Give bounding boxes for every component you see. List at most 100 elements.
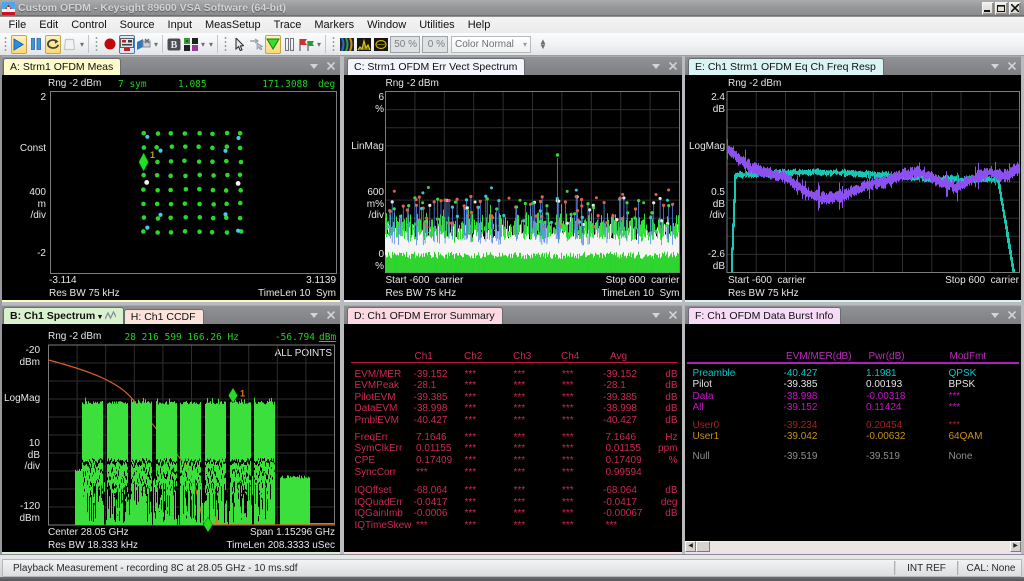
menu-source[interactable]: Source <box>113 18 161 33</box>
menu-markers[interactable]: Markers <box>308 18 361 33</box>
cell-avg: -68.064 <box>603 485 637 496</box>
scroll-right-button[interactable]: ▶ <box>1010 541 1021 552</box>
panel-menu-arrow-icon[interactable] <box>652 63 661 70</box>
cell-ch3: *** <box>514 415 526 426</box>
overlap-percent-box[interactable]: 50 % <box>390 36 420 53</box>
flag-markers-button[interactable] <box>299 35 315 54</box>
close-button[interactable] <box>1009 2 1022 15</box>
cell-evm: -39.152 <box>784 402 818 413</box>
panel-menu-arrow-icon[interactable] <box>310 63 319 70</box>
status-ref: INT REF <box>898 563 955 574</box>
menu-input[interactable]: Input <box>161 18 198 33</box>
cell-ch1: -0.0417 <box>414 497 448 508</box>
panel-h-tab[interactable]: H: Ch1 CCDF <box>124 309 204 324</box>
panel-a-tab[interactable]: A: Strm1 OFDM Meas <box>3 58 121 75</box>
display-select-button[interactable] <box>119 35 135 54</box>
panel-menu-arrow-icon[interactable] <box>991 63 1000 70</box>
restore-layout-button[interactable] <box>136 35 152 54</box>
toolbar-overflow-icon[interactable]: ▲▼ <box>539 39 547 49</box>
panel-close-icon[interactable] <box>669 62 677 70</box>
cell-ch1: 0.17409 <box>416 455 452 466</box>
toolbar-overflow-icon[interactable]: ▾ <box>152 42 160 47</box>
menu-edit[interactable]: Edit <box>33 18 65 33</box>
panel-close-icon[interactable] <box>327 311 335 319</box>
panel-e-tab[interactable]: E: Ch1 Strm1 OFDM Eq Ch Freq Resp <box>688 58 884 75</box>
panel-menu-arrow-icon[interactable] <box>991 312 1000 319</box>
panel-a-tab-label: A: Strm1 OFDM Meas <box>10 61 113 73</box>
minimize-button[interactable] <box>982 2 995 15</box>
cell-ch2: *** <box>465 467 477 478</box>
menu-file[interactable]: File <box>2 18 33 33</box>
cell-unit: dB <box>642 415 678 426</box>
band-marker-button[interactable] <box>282 35 298 54</box>
panel-d-tab[interactable]: D: Ch1 OFDM Error Summary <box>347 307 503 324</box>
eye-display-button[interactable] <box>373 35 389 54</box>
marker-triangle-button[interactable] <box>265 35 281 54</box>
panel-close-icon[interactable] <box>669 311 677 319</box>
panel-b-tab[interactable]: B: Ch1 Spectrum ▾ <box>3 307 124 324</box>
panel-c-tab[interactable]: C: Strm1 OFDM Err Vect Spectrum <box>347 58 525 75</box>
window-bottom-edge <box>0 577 1024 581</box>
menubar: FileEditControlSourceInputMeasSetupTrace… <box>0 17 1024 33</box>
color-mode-combo[interactable]: Color Normal▾ <box>451 36 531 53</box>
menu-window[interactable]: Window <box>361 18 413 33</box>
panel-f: F: Ch1 OFDM Data Burst InfoEVM/MER(dB)Pw… <box>685 305 1021 554</box>
cell-evm: -38.998 <box>784 391 818 402</box>
peak-search-button[interactable] <box>248 35 264 54</box>
toolbar-overflow-icon[interactable]: ▾ <box>207 42 215 47</box>
cell-evm: -39.519 <box>784 451 818 462</box>
cell-ch1: -38.998 <box>414 403 448 414</box>
panel-close-icon[interactable] <box>1008 62 1016 70</box>
cell-ch3: *** <box>514 392 526 403</box>
col-header-ch3: Ch3 <box>513 351 531 362</box>
cell-ch3: *** <box>514 508 526 519</box>
row-label: All <box>693 402 704 413</box>
bold-b-button[interactable]: B <box>166 35 182 54</box>
svg-text:B: B <box>170 40 177 51</box>
cell-avg: -40.427 <box>603 415 637 426</box>
scrollbar-track[interactable] <box>710 541 1010 552</box>
restart-button[interactable] <box>45 35 61 54</box>
cell-mod: BPSK <box>949 379 976 390</box>
pause-button[interactable] <box>28 35 44 54</box>
single-acq-button[interactable] <box>62 35 78 54</box>
toolbar: ▾▾B▾▾▾50 %0 %Color Normal▾▲▼ <box>0 33 1024 56</box>
menu-meassetup[interactable]: MeasSetup <box>199 18 268 33</box>
cell-ch4: *** <box>562 497 574 508</box>
panel-menu-arrow-icon[interactable] <box>652 312 661 319</box>
horizontal-scrollbar[interactable]: ◀▶ <box>685 541 1021 552</box>
cell-avg: *** <box>606 520 618 531</box>
status-separator <box>894 561 896 575</box>
cell-ch1: -28.1 <box>414 380 437 391</box>
toolbar-overflow-icon[interactable]: ▾ <box>315 42 323 47</box>
menu-utilities[interactable]: Utilities <box>413 18 461 33</box>
cell-ch2: *** <box>465 485 477 496</box>
panel-close-icon[interactable] <box>327 62 335 70</box>
scroll-left-button[interactable]: ◀ <box>685 541 696 552</box>
offset-percent-box[interactable]: 0 % <box>422 36 448 53</box>
record-button[interactable] <box>102 35 118 54</box>
layout-dropdown-arrow[interactable]: ▾ <box>199 42 207 47</box>
window-title: Custom OFDM - Keysight 89600 VSA Softwar… <box>18 2 286 14</box>
layout-grid-button[interactable] <box>183 35 199 54</box>
panel-close-icon[interactable] <box>1008 311 1016 319</box>
panel-menu-arrow-icon[interactable] <box>310 312 319 319</box>
spectrogram-button[interactable] <box>339 35 355 54</box>
maximize-button[interactable] <box>995 2 1008 15</box>
spectrum-display-button[interactable] <box>356 35 372 54</box>
scrollbar-thumb[interactable] <box>696 541 710 552</box>
panel-f-tab-controls <box>991 311 1016 319</box>
play-button[interactable] <box>11 35 27 54</box>
menu-trace[interactable]: Trace <box>267 18 308 33</box>
panel-a-tabstrip: A: Strm1 OFDM Meas <box>0 56 340 75</box>
status-message: Playback Measurement - recording 8C at 2… <box>3 563 298 574</box>
menu-help[interactable]: Help <box>461 18 497 33</box>
tab-dropdown-arrow-icon[interactable]: ▾ <box>98 312 102 321</box>
toolbar-grip <box>95 36 98 52</box>
col-header: EVM/MER(dB) <box>786 351 852 362</box>
pointer-button[interactable] <box>231 35 247 54</box>
panel-f-tab[interactable]: F: Ch1 OFDM Data Burst Info <box>688 307 841 324</box>
menu-control[interactable]: Control <box>65 18 113 33</box>
toolbar-overflow-icon[interactable]: ▾ <box>78 42 86 47</box>
panel-b-content: Rng -2 dBm28 216 599 166.26 Hz-56.794dBm… <box>0 324 340 552</box>
